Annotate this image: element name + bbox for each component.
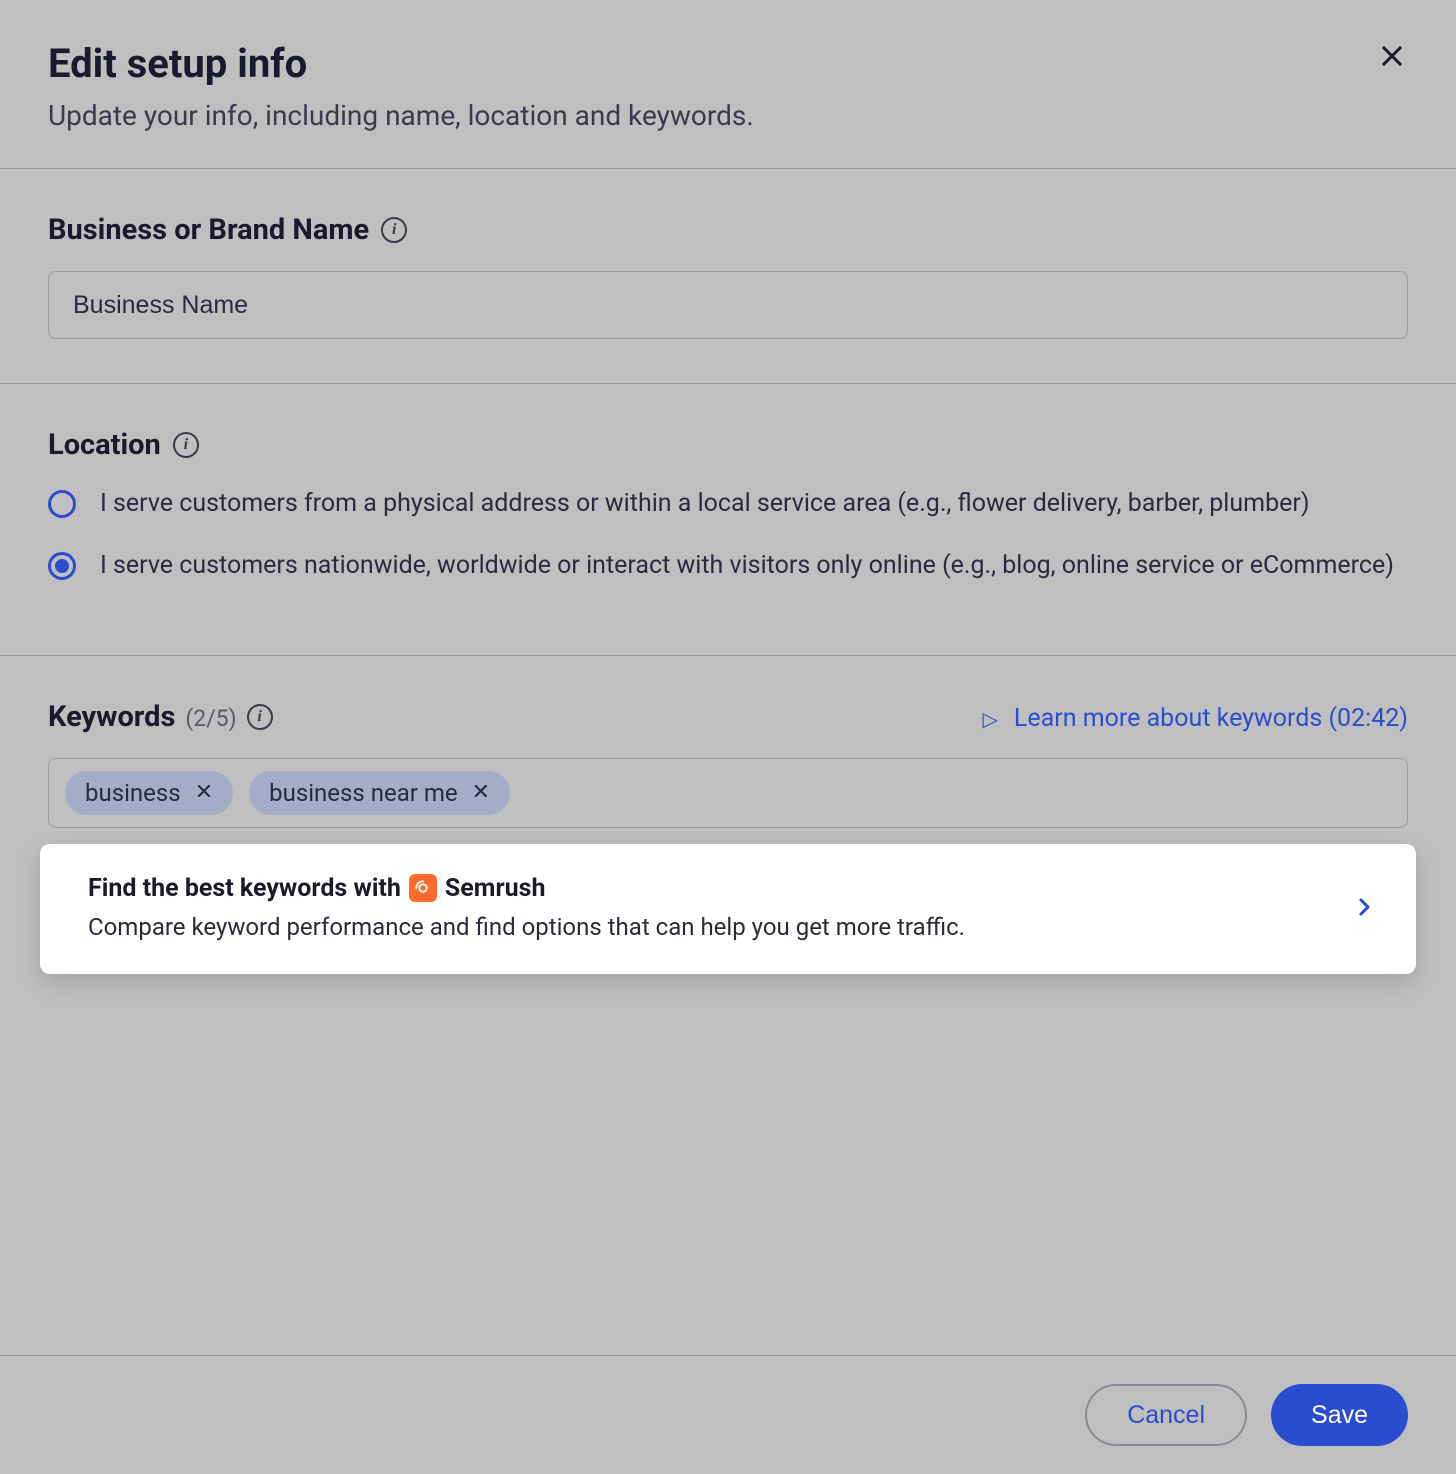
promo-title: Find the best keywords with Semrush <box>88 874 1328 903</box>
promo-desc: Compare keyword performance and find opt… <box>88 911 1328 945</box>
chip-remove-icon[interactable]: ✕ <box>195 780 213 805</box>
keyword-chip: business ✕ <box>65 771 233 815</box>
keywords-title-wrap: Keywords (2/5) i <box>48 700 273 734</box>
business-label: Business or Brand Name <box>48 213 369 247</box>
chip-remove-icon[interactable]: ✕ <box>472 780 490 805</box>
keyword-chip: business near me ✕ <box>249 771 510 815</box>
chevron-right-icon <box>1352 888 1376 930</box>
promo-brand: Semrush <box>445 874 546 903</box>
promo-wrap: Find the best keywords with Semrush Comp… <box>40 844 1416 975</box>
radio-online-label[interactable]: I serve customers nationwide, worldwide … <box>100 548 1394 584</box>
modal-title: Edit setup info <box>48 40 1408 87</box>
semrush-logo-icon <box>409 874 437 902</box>
keywords-section: Keywords (2/5) i ▷ Learn more about keyw… <box>0 656 1456 1019</box>
chip-label: business near me <box>269 779 458 807</box>
keywords-count: (2/5) <box>185 705 236 732</box>
cancel-button[interactable]: Cancel <box>1085 1384 1247 1446</box>
learn-more-text: Learn more about keywords (02:42) <box>1014 704 1408 733</box>
location-label: Location <box>48 428 161 462</box>
chip-label: business <box>85 779 181 807</box>
radio-online[interactable] <box>48 552 76 580</box>
close-button[interactable] <box>1372 36 1412 76</box>
location-option-local: I serve customers from a physical addres… <box>48 486 1408 522</box>
info-icon[interactable]: i <box>381 217 407 243</box>
location-label-row: Location i <box>48 428 1408 462</box>
keywords-label: Keywords <box>48 700 175 734</box>
radio-local-label[interactable]: I serve customers from a physical addres… <box>100 486 1310 522</box>
semrush-promo-card[interactable]: Find the best keywords with Semrush Comp… <box>40 844 1416 975</box>
learn-more-link[interactable]: ▷ Learn more about keywords (02:42) <box>983 704 1408 733</box>
close-icon <box>1378 42 1406 70</box>
play-icon: ▷ <box>983 707 998 731</box>
modal-subtitle: Update your info, including name, locati… <box>48 99 1408 132</box>
business-label-row: Business or Brand Name i <box>48 213 1408 247</box>
radio-local[interactable] <box>48 490 76 518</box>
keywords-header: Keywords (2/5) i ▷ Learn more about keyw… <box>48 700 1408 734</box>
business-name-input[interactable] <box>48 271 1408 339</box>
modal-header: Edit setup info Update your info, includ… <box>0 0 1456 168</box>
save-button[interactable]: Save <box>1271 1384 1408 1446</box>
keywords-input[interactable]: business ✕ business near me ✕ <box>48 758 1408 828</box>
info-icon[interactable]: i <box>173 432 199 458</box>
edit-setup-modal: Edit setup info Update your info, includ… <box>0 0 1456 1474</box>
location-section: Location i I serve customers from a phys… <box>0 384 1456 655</box>
business-section: Business or Brand Name i <box>0 169 1456 383</box>
modal-footer: Cancel Save <box>0 1355 1456 1474</box>
location-option-online: I serve customers nationwide, worldwide … <box>48 548 1408 584</box>
promo-text: Find the best keywords with Semrush Comp… <box>88 874 1328 945</box>
info-icon[interactable]: i <box>247 704 273 730</box>
promo-title-prefix: Find the best keywords with <box>88 874 401 903</box>
